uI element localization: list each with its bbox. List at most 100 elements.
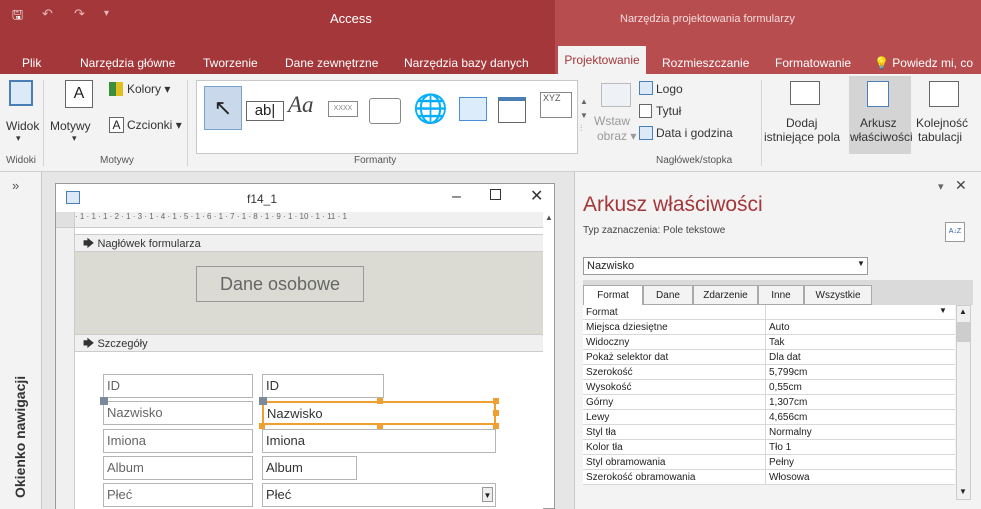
- tab-control-icon[interactable]: [369, 98, 401, 124]
- ptab-dane[interactable]: Dane: [643, 285, 693, 305]
- property-value[interactable]: 0,55cm: [765, 380, 802, 395]
- format-dropdown-icon[interactable]: ▼: [939, 306, 947, 315]
- view-dropdown-icon[interactable]: ▾: [16, 133, 21, 144]
- maximize-icon[interactable]: [490, 189, 501, 200]
- tab-dane-zewnetrzne[interactable]: Dane zewnętrzne: [285, 56, 378, 70]
- logo-button[interactable]: Logo: [656, 82, 683, 96]
- resize-handle[interactable]: [493, 410, 499, 416]
- view-button[interactable]: Widok: [6, 119, 39, 133]
- tab-narzedzia-bazy-danych[interactable]: Narzędzia bazy danych: [404, 56, 529, 70]
- resize-handle[interactable]: [493, 398, 499, 404]
- label-id[interactable]: ID: [103, 374, 253, 398]
- selection-dropdown-icon[interactable]: ▼: [857, 259, 865, 268]
- colors-button[interactable]: Kolory ▾: [127, 82, 170, 96]
- textbox-album[interactable]: Album: [262, 456, 357, 480]
- themes-button[interactable]: Motywy: [50, 119, 91, 133]
- tab-rozmieszczanie[interactable]: Rozmieszczanie: [662, 56, 749, 70]
- selection-dropdown[interactable]: Nazwisko: [583, 257, 868, 275]
- property-value[interactable]: Włosowa: [765, 470, 810, 485]
- combobox-dropdown-icon[interactable]: ▼: [482, 487, 493, 502]
- label-imiona[interactable]: Imiona: [103, 429, 253, 453]
- textbox-nazwisko[interactable]: Nazwisko: [262, 401, 496, 425]
- gallery-scroll-up-icon[interactable]: ▲: [580, 97, 588, 106]
- property-row[interactable]: Pokaż selektor dat Dla dat: [583, 350, 955, 365]
- close-icon[interactable]: ✕: [530, 186, 543, 206]
- option-group-control-icon[interactable]: XYZ: [540, 92, 572, 118]
- fonts-button[interactable]: Czcionki ▾: [127, 118, 182, 132]
- insert-image-button-line2[interactable]: obraz ▾: [597, 129, 636, 143]
- hyperlink-control-icon[interactable]: 🌐: [413, 92, 448, 125]
- property-row[interactable]: Lewy 4,656cm: [583, 410, 955, 425]
- navigation-control-icon[interactable]: [498, 97, 526, 123]
- property-value[interactable]: 4,656cm: [765, 410, 807, 425]
- property-value[interactable]: 1,307cm: [765, 395, 807, 410]
- move-handle[interactable]: [100, 397, 108, 405]
- detail-section-bar[interactable]: 🡆 Szczegóły: [75, 334, 543, 352]
- resize-handle[interactable]: [377, 398, 383, 404]
- header-label[interactable]: Dane osobowe: [196, 266, 364, 302]
- add-fields-button[interactable]: Dodaj: [786, 116, 817, 130]
- nav-expand-icon[interactable]: »: [12, 178, 19, 193]
- property-row[interactable]: Wysokość 0,55cm: [583, 380, 955, 395]
- scroll-up-icon[interactable]: ▲: [959, 307, 967, 316]
- property-sheet-options-icon[interactable]: ▾: [938, 180, 944, 193]
- property-row[interactable]: Kolor tła Tło 1: [583, 440, 955, 455]
- property-row[interactable]: Styl obramowania Pełny: [583, 455, 955, 470]
- textbox-id[interactable]: ID: [262, 374, 384, 398]
- datetime-button[interactable]: Data i godzina: [656, 126, 733, 140]
- scroll-down-icon[interactable]: ▼: [959, 487, 967, 496]
- tab-plik[interactable]: Plik: [22, 56, 41, 70]
- property-value[interactable]: [765, 305, 769, 320]
- label-control-icon[interactable]: Aa: [288, 92, 314, 118]
- ptab-zdarzenie[interactable]: Zdarzenie: [693, 285, 758, 305]
- gallery-more-icon[interactable]: ⫶: [580, 123, 582, 134]
- property-row[interactable]: Szerokość obramowania Włosowa: [583, 470, 955, 485]
- form-header-section-bar[interactable]: 🡆 Nagłówek formularza: [75, 234, 543, 252]
- textbox-imiona[interactable]: Imiona: [262, 429, 496, 453]
- property-value[interactable]: Normalny: [765, 425, 812, 440]
- gallery-scroll-down-icon[interactable]: ▼: [580, 111, 588, 120]
- property-sheet-close-icon[interactable]: ✕: [955, 177, 967, 194]
- scroll-thumb[interactable]: [957, 322, 970, 342]
- select-pointer-icon[interactable]: ↖: [204, 86, 242, 130]
- add-fields-button-line2[interactable]: istniejące pola: [764, 130, 840, 144]
- property-value[interactable]: Pełny: [765, 455, 794, 470]
- tab-narzedzia-glowne[interactable]: Narzędzia główne: [80, 56, 175, 70]
- tell-me-search[interactable]: 💡 Powiedz mi, co: [874, 56, 973, 70]
- label-nazwisko[interactable]: Nazwisko: [103, 401, 253, 425]
- tab-formatowanie[interactable]: Formatowanie: [775, 56, 851, 70]
- tab-projektowanie[interactable]: Projektowanie: [558, 46, 646, 74]
- property-value[interactable]: Dla dat: [765, 350, 801, 365]
- tab-order-button[interactable]: Kolejność: [916, 116, 968, 130]
- property-row[interactable]: Szerokość 5,799cm: [583, 365, 955, 380]
- label-album[interactable]: Album: [103, 456, 253, 480]
- combobox-plec[interactable]: Płeć: [262, 483, 496, 507]
- property-row[interactable]: Miejsca dziesiętne Auto: [583, 320, 955, 335]
- save-icon[interactable]: 🖫: [12, 6, 23, 28]
- tab-tworzenie[interactable]: Tworzenie: [203, 56, 258, 70]
- ptab-wszystkie[interactable]: Wszystkie: [804, 285, 872, 305]
- qat-customize-icon[interactable]: ▾: [104, 8, 109, 19]
- minimize-icon[interactable]: –: [452, 188, 461, 206]
- property-row[interactable]: Widoczny Tak: [583, 335, 955, 350]
- ruler-scroll-up-icon[interactable]: ▲: [545, 213, 553, 222]
- ptab-format[interactable]: Format: [583, 285, 643, 305]
- redo-icon[interactable]: ↷: [74, 6, 85, 22]
- property-value[interactable]: Auto: [765, 320, 790, 335]
- insert-image-button[interactable]: Wstaw: [594, 114, 630, 128]
- undo-icon[interactable]: ↶: [42, 6, 53, 22]
- tab-order-button-line2[interactable]: tabulacji: [918, 130, 962, 144]
- themes-dropdown-icon[interactable]: ▾: [72, 133, 77, 144]
- textbox-control-icon[interactable]: ab|: [246, 101, 284, 121]
- property-value[interactable]: Tło 1: [765, 440, 791, 455]
- property-value[interactable]: 5,799cm: [765, 365, 807, 380]
- property-value[interactable]: Tak: [765, 335, 785, 350]
- nav-pane-label[interactable]: Okienko nawigacji: [12, 376, 28, 498]
- property-row[interactable]: Format: [583, 305, 955, 320]
- property-sheet-button-line2[interactable]: właściwości: [850, 130, 913, 144]
- property-row[interactable]: Styl tła Normalny: [583, 425, 955, 440]
- move-handle[interactable]: [259, 397, 267, 405]
- button-control-icon[interactable]: XXXX: [328, 101, 358, 117]
- ptab-inne[interactable]: Inne: [758, 285, 804, 305]
- property-row[interactable]: Górny 1,307cm: [583, 395, 955, 410]
